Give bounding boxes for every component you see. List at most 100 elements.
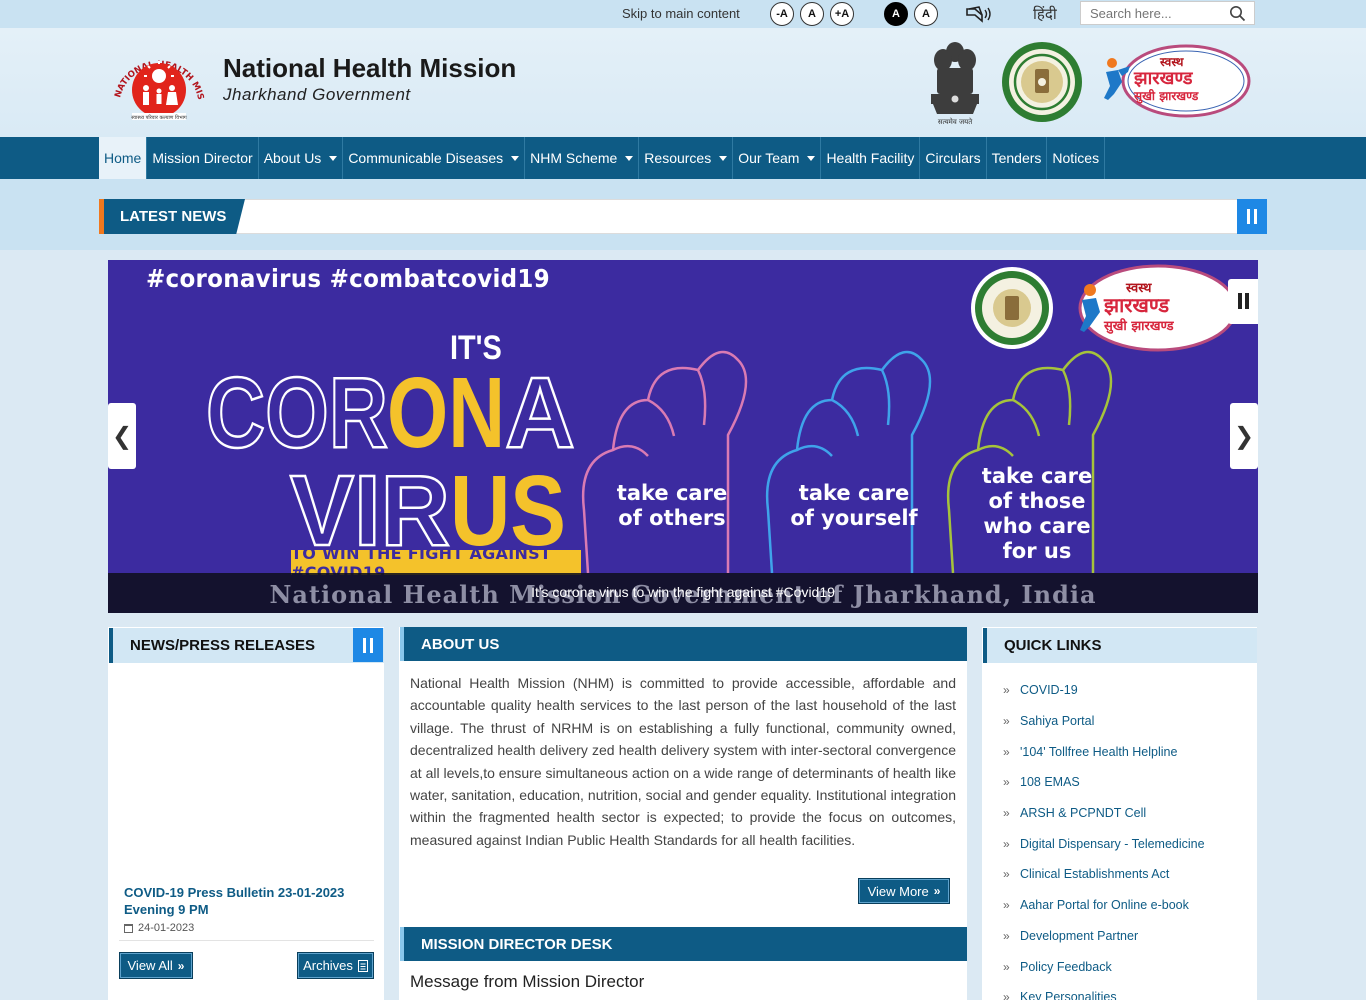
caret-down-icon xyxy=(511,155,520,161)
search-input[interactable] xyxy=(1081,2,1221,24)
quick-link-item[interactable]: » COVID-19 xyxy=(1003,675,1205,706)
nav-item-notices[interactable]: Notices xyxy=(1047,137,1106,179)
quick-link-item[interactable]: » ARSH & PCPNDT Cell xyxy=(1003,798,1205,829)
quick-link-item[interactable]: » Clinical Establishments Act xyxy=(1003,859,1205,890)
news-ticker xyxy=(99,199,1267,234)
archives-button[interactable]: Archives xyxy=(297,952,374,979)
site-title[interactable]: National Health Mission xyxy=(223,53,516,84)
site-header: NATIONAL HEALTH MISSION स्वास्थ्य परिवार… xyxy=(0,28,1366,137)
quick-link-item[interactable]: » '104' Tollfree Health Helpline xyxy=(1003,736,1205,767)
chevron-right-icon: » xyxy=(1003,744,1010,759)
press-release-link[interactable]: COVID-19 Press Bulletin 23-01-2023 Eveni… xyxy=(124,884,364,918)
nav-item-nhm-scheme[interactable]: NHM Scheme xyxy=(525,137,640,179)
slide-caption: It's corona virus to win the fight again… xyxy=(531,584,835,600)
chevron-right-icon: » xyxy=(1003,959,1010,974)
caret-down-icon xyxy=(329,155,338,161)
chevron-right-icon: » xyxy=(1003,775,1010,790)
quick-link-item[interactable]: » Digital Dispensary - Telemedicine xyxy=(1003,828,1205,859)
chevron-left-icon: ❮ xyxy=(111,422,133,450)
slide-its: IT'S xyxy=(450,329,502,367)
slider-next-button[interactable]: ❯ xyxy=(1230,403,1258,469)
jh-logo-line1: स्वस्थ xyxy=(1159,55,1185,69)
jharkhand-govt-seal-icon xyxy=(1002,42,1082,122)
jh-logo-line2: झारखण्ड xyxy=(1133,68,1194,89)
nav-item-health-facility[interactable]: Health Facility xyxy=(821,137,921,179)
view-more-button[interactable]: View More» xyxy=(858,878,950,904)
slide-hashtags: #coronavirus #combatcovid19 xyxy=(146,264,550,293)
corona-part3: A xyxy=(505,357,575,469)
slider-prev-button[interactable]: ❮ xyxy=(108,403,136,469)
chevron-right-icon: » xyxy=(1003,714,1010,729)
font-normal-button[interactable]: A xyxy=(800,2,824,26)
slide-win-band: TO WIN THE FIGHT AGAINST #COVID19 xyxy=(291,544,581,582)
search-box xyxy=(1080,1,1255,25)
nav-item-home[interactable]: Home xyxy=(99,137,148,179)
double-chevron-right-icon: » xyxy=(933,884,941,898)
divider xyxy=(119,940,374,941)
news-press-heading: NEWS/PRESS RELEASES xyxy=(109,628,384,663)
national-emblem-icon: सत्यमेव जयते xyxy=(931,42,979,126)
nav-item-resources[interactable]: Resources xyxy=(639,137,734,179)
font-increase-button[interactable]: +A xyxy=(830,2,854,26)
ticker-pause-button[interactable] xyxy=(1237,199,1267,234)
mission-director-heading: MISSION DIRECTOR DESK xyxy=(400,927,967,961)
caret-down-icon xyxy=(807,155,816,161)
calendar-icon xyxy=(124,923,133,933)
chevron-right-icon: » xyxy=(1003,867,1010,882)
chevron-right-icon: » xyxy=(1003,683,1010,698)
quick-links-heading: QUICK LINKS xyxy=(983,628,1257,663)
hero-slider: COR ON A VIR US स्वस्थ झारखण्ड सुखी झारख… xyxy=(108,260,1258,613)
logo-sub-text: स्वास्थ्य परिवार कल्याण विभाग xyxy=(131,114,187,121)
nhm-logo[interactable]: NATIONAL HEALTH MISSION स्वास्थ्य परिवार… xyxy=(106,42,210,122)
main-nav: Home Mission Director About Us Communicable… xyxy=(0,137,1366,179)
slider-pause-button[interactable] xyxy=(1228,279,1258,324)
slide-logo-line3: सुखी झारखण्ड xyxy=(1103,318,1175,334)
chevron-right-icon: » xyxy=(1003,898,1010,913)
quick-links-list: » COVID-19» Sahiya Portal» '104' Tollfree H… xyxy=(1003,675,1205,1000)
chevron-right-icon: ❯ xyxy=(1233,422,1255,450)
mission-director-message-title: Message from Mission Director xyxy=(410,972,645,991)
emblem-caption: सत्यमेव जयते xyxy=(938,117,973,126)
latest-news-label: LATEST NEWS xyxy=(99,199,245,234)
quick-link-item[interactable]: » Policy Feedback xyxy=(1003,951,1205,982)
fist-text-yourself: take care of yourself xyxy=(790,481,918,530)
quick-link-item[interactable]: » Aahar Portal for Online e-book xyxy=(1003,890,1205,921)
document-icon xyxy=(357,959,368,972)
pause-icon xyxy=(363,638,373,653)
latest-news-text: LATEST NEWS xyxy=(120,208,227,225)
about-text: National Health Mission (NHM) is committ… xyxy=(410,675,956,848)
news-pause-button[interactable] xyxy=(353,628,383,662)
nav-item-communicable-diseases[interactable]: Communicable Diseases xyxy=(343,137,526,179)
slide-caption-bar: National Health Mission Government of Jh… xyxy=(108,573,1258,613)
pause-icon xyxy=(1247,209,1257,224)
chevron-right-icon: » xyxy=(1003,836,1010,851)
nav-item-about-us[interactable]: About Us xyxy=(259,137,344,179)
chevron-right-icon: » xyxy=(1003,990,1010,1000)
font-decrease-button[interactable]: -A xyxy=(770,2,794,26)
quick-link-item[interactable]: » Sahiya Portal xyxy=(1003,706,1205,737)
nav-item-tenders[interactable]: Tenders xyxy=(987,137,1048,179)
site-subtitle: Jharkhand Government xyxy=(223,85,411,104)
hindi-language-link[interactable]: हिंदी xyxy=(1033,4,1057,24)
screen-reader-icon[interactable] xyxy=(966,4,994,24)
high-contrast-button[interactable]: A xyxy=(884,2,908,26)
search-icon[interactable] xyxy=(1229,5,1246,22)
quick-link-item[interactable]: » Key Personalities xyxy=(1003,982,1205,1000)
nav-item-mission-director[interactable]: Mission Director xyxy=(147,137,259,179)
view-all-button[interactable]: View All» xyxy=(119,952,193,979)
swasth-jharkhand-logo: स्वस्थ झारखण्ड सुखी झारखण्ड xyxy=(1104,44,1251,118)
corona-part1: COR xyxy=(206,357,388,469)
press-release-date: 24-01-2023 xyxy=(124,922,194,934)
caret-down-icon xyxy=(625,155,634,161)
caret-down-icon xyxy=(719,155,728,161)
nav-item-circulars[interactable]: Circulars xyxy=(920,137,987,179)
normal-contrast-button[interactable]: A xyxy=(914,2,938,26)
quick-link-item[interactable]: » Development Partner xyxy=(1003,921,1205,952)
fist-text-carers: take care of those who care for us xyxy=(981,464,1093,563)
about-heading: ABOUT US xyxy=(400,627,967,661)
quick-link-item[interactable]: » 108 EMAS xyxy=(1003,767,1205,798)
nav-item-our-team[interactable]: Our Team xyxy=(733,137,822,179)
skip-to-content-link[interactable]: Skip to main content xyxy=(622,6,740,21)
chevron-right-icon: » xyxy=(1003,806,1010,821)
fist-text-others: take care of others xyxy=(616,481,728,530)
